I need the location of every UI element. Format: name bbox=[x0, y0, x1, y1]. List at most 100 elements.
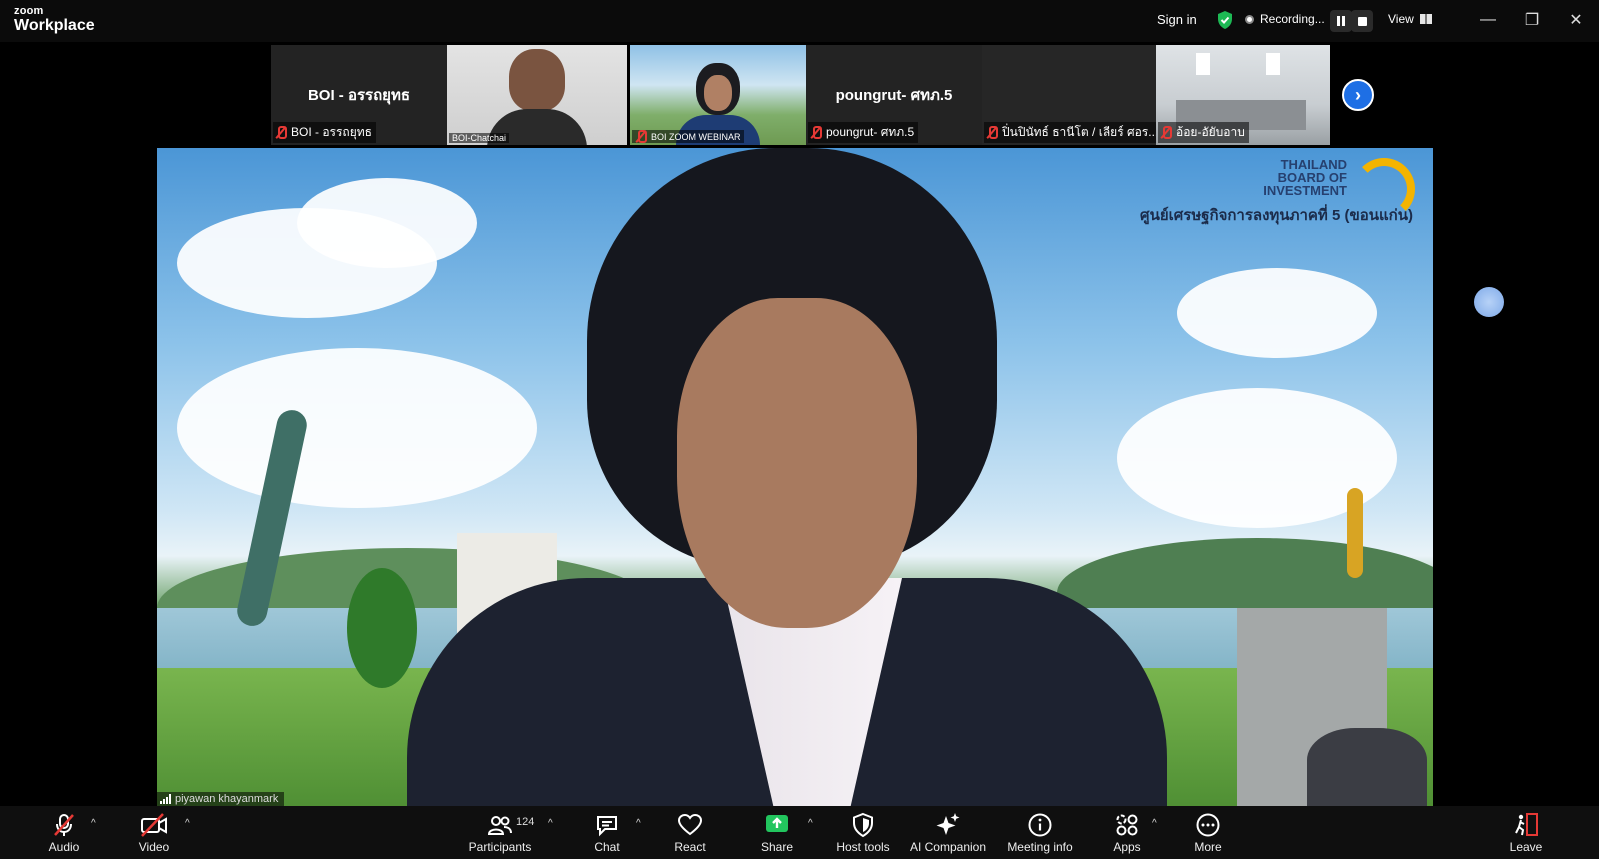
chat-options-caret[interactable]: ^ bbox=[636, 818, 641, 829]
sparkle-icon bbox=[936, 813, 960, 835]
participant-display-name: BOI - อรรถยุทธ bbox=[307, 87, 411, 104]
more-label: More bbox=[1194, 840, 1222, 854]
pause-icon bbox=[1337, 16, 1345, 26]
leave-label: Leave bbox=[1509, 840, 1543, 854]
view-button[interactable]: View bbox=[1388, 12, 1432, 26]
shield-check-icon[interactable] bbox=[1216, 10, 1234, 30]
participant-display-name: poungrut- ศทภ.5 bbox=[835, 87, 953, 104]
mic-muted-icon bbox=[275, 126, 287, 139]
cursor-highlight bbox=[1474, 287, 1504, 317]
restore-button[interactable]: ❐ bbox=[1518, 8, 1546, 32]
stop-icon bbox=[1357, 16, 1367, 26]
share-options-caret[interactable]: ^ bbox=[808, 818, 813, 829]
leave-icon bbox=[1515, 813, 1538, 836]
share-screen-icon bbox=[766, 815, 788, 832]
participant-tile[interactable]: poungrut- ศทภ.5 poungrut- ศทภ.5 bbox=[806, 45, 982, 145]
app-logo: zoom Workplace bbox=[14, 6, 95, 34]
close-icon: ✕ bbox=[1569, 12, 1583, 29]
logo-line2: Workplace bbox=[14, 17, 95, 34]
participant-name: ปิ่นปินัทธ์ ธานีโต / เลียร์ ศอร... bbox=[1002, 125, 1156, 139]
participant-tile[interactable]: BOI - อรรถยุทธ BOI - อรรถยุทธ bbox=[271, 45, 447, 145]
heart-icon bbox=[677, 813, 703, 836]
ai-companion-label: AI Companion bbox=[909, 840, 987, 854]
host-tools-button[interactable]: Host tools bbox=[818, 812, 908, 854]
meeting-info-label: Meeting info bbox=[1007, 840, 1073, 854]
golden-statue bbox=[1347, 488, 1363, 578]
audio-label: Audio bbox=[48, 840, 80, 854]
info-icon bbox=[1028, 813, 1052, 837]
ai-companion-button[interactable]: AI Companion bbox=[903, 812, 993, 854]
close-button[interactable]: ✕ bbox=[1562, 8, 1590, 32]
logo-text-line: INVESTMENT bbox=[1263, 183, 1347, 198]
participant-name: BOI - อรรถยุทธ bbox=[291, 125, 372, 139]
apps-button[interactable]: Apps bbox=[1082, 812, 1172, 854]
stop-recording-button[interactable] bbox=[1351, 10, 1373, 32]
background-tree bbox=[347, 568, 417, 688]
sun-logo-icon bbox=[1353, 158, 1415, 220]
participants-count: 124 bbox=[516, 816, 535, 828]
more-button[interactable]: More bbox=[1163, 812, 1253, 854]
participant-label: ปิ่นปินัทธ์ ธานีโต / เลียร์ ศอร... bbox=[984, 122, 1156, 143]
participant-name: poungrut- ศทภ.5 bbox=[826, 125, 915, 139]
recording-indicator-icon bbox=[1245, 15, 1254, 24]
host-tools-label: Host tools bbox=[836, 840, 890, 854]
leave-button[interactable]: Leave bbox=[1481, 812, 1571, 854]
next-page-button[interactable]: › bbox=[1342, 79, 1374, 111]
minimize-button[interactable]: — bbox=[1474, 8, 1502, 32]
restore-icon: ❐ bbox=[1524, 12, 1540, 29]
participant-label: BOI ZOOM WEBINAR bbox=[632, 130, 744, 143]
active-speaker-video[interactable]: THAILAND BOARD OF INVESTMENT ศูนย์เศรษฐก… bbox=[157, 148, 1433, 806]
participant-name: BOI-Chatchai bbox=[452, 133, 507, 143]
video-off-icon bbox=[141, 813, 167, 837]
meeting-info-button[interactable]: Meeting info bbox=[995, 812, 1085, 854]
participant-name: BOI ZOOM WEBINAR bbox=[651, 131, 741, 142]
logo-line1: zoom bbox=[14, 5, 44, 17]
participants-icon bbox=[487, 816, 512, 835]
participant-tile[interactable]: ปิ่นปินัทธ์ ธานีโต / เลียร์ ศอร... bbox=[982, 45, 1156, 145]
chat-icon bbox=[597, 816, 617, 837]
more-icon bbox=[1196, 813, 1220, 837]
recording-label: Recording... bbox=[1260, 12, 1325, 26]
meeting-toolbar: Audio ^ Video ^ Participants 124 ^ Chat … bbox=[0, 806, 1599, 859]
boi-logo: THAILAND BOARD OF INVESTMENT ศูนย์เศรษฐก… bbox=[1140, 158, 1415, 227]
apps-options-caret[interactable]: ^ bbox=[1152, 818, 1157, 829]
pause-recording-button[interactable] bbox=[1330, 10, 1352, 32]
view-label: View bbox=[1388, 12, 1414, 26]
grid-view-icon bbox=[1419, 14, 1432, 24]
participant-tile[interactable]: BOI-Chatchai bbox=[447, 45, 627, 145]
apps-icon bbox=[1116, 814, 1138, 836]
participant-label: BOI-Chatchai bbox=[449, 133, 510, 143]
share-label: Share bbox=[760, 840, 794, 854]
participants-label: Participants bbox=[468, 840, 532, 854]
participant-label: BOI - อรรถยุทธ bbox=[273, 122, 376, 143]
participants-options-caret[interactable]: ^ bbox=[548, 818, 553, 829]
participant-label: poungrut- ศทภ.5 bbox=[808, 122, 919, 143]
participant-tile[interactable]: BOI ZOOM WEBINAR bbox=[630, 45, 806, 145]
signal-strength-icon bbox=[160, 794, 171, 804]
speaker-name: piyawan khayanmark bbox=[175, 793, 279, 805]
minimize-icon: — bbox=[1480, 11, 1496, 28]
audio-options-caret[interactable]: ^ bbox=[91, 818, 96, 829]
shield-icon bbox=[853, 812, 873, 838]
participant-strip: BOI - อรรถยุทธ BOI - อรรถยุทธ BOI-Chatch… bbox=[271, 45, 1330, 145]
sign-in-link[interactable]: Sign in bbox=[1157, 12, 1197, 27]
mic-muted-icon bbox=[1160, 126, 1172, 139]
rock bbox=[1307, 728, 1427, 806]
title-bar: zoom Workplace Sign in Recording... View… bbox=[0, 0, 1599, 42]
react-label: React bbox=[674, 840, 706, 854]
mic-muted-icon bbox=[986, 126, 998, 139]
mic-muted-icon bbox=[54, 814, 74, 836]
video-label: Video bbox=[138, 840, 170, 854]
video-options-caret[interactable]: ^ bbox=[185, 818, 190, 829]
react-button[interactable]: React bbox=[645, 812, 735, 854]
mic-muted-icon bbox=[810, 126, 822, 139]
participant-video bbox=[509, 49, 565, 111]
participant-label: อ้อย-อัยับอาบ bbox=[1158, 122, 1249, 143]
participant-tile[interactable]: อ้อย-อัยับอาบ bbox=[1156, 45, 1330, 145]
apps-label: Apps bbox=[1113, 840, 1141, 854]
speaker-face bbox=[677, 298, 917, 628]
speaker-label: piyawan khayanmark bbox=[157, 792, 285, 806]
participant-name: อ้อย-อัยับอาบ bbox=[1176, 125, 1245, 139]
chevron-right-icon: › bbox=[1355, 84, 1361, 105]
chat-label: Chat bbox=[594, 840, 620, 854]
